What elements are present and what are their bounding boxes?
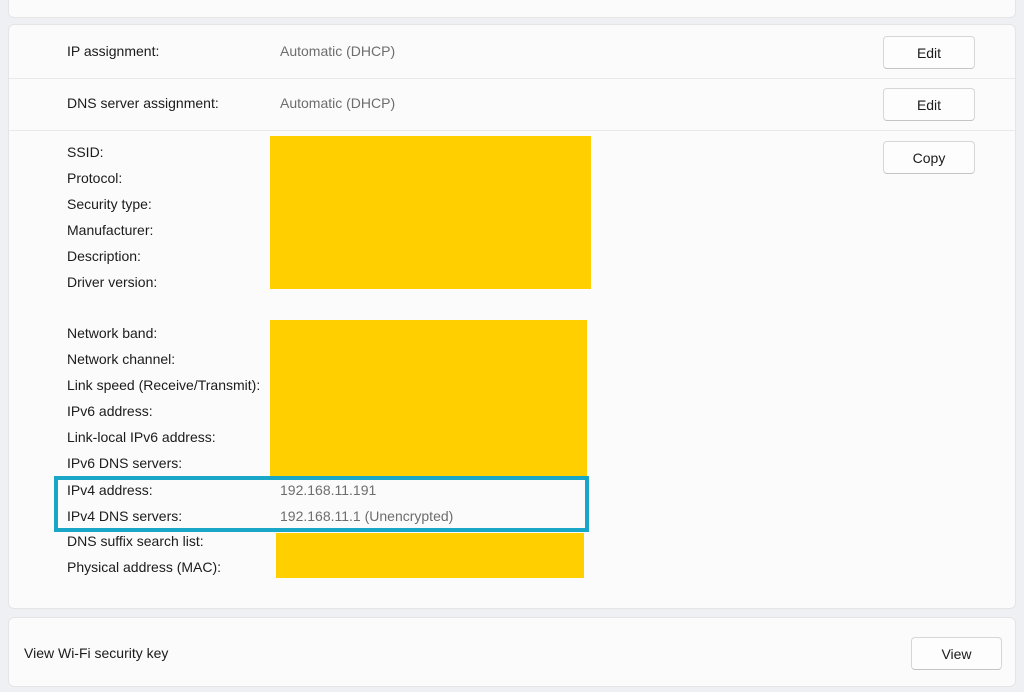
edit-ip-assignment-button[interactable]: Edit: [883, 36, 975, 69]
wifi-properties-card: IP assignment: Automatic (DHCP) Edit DNS…: [8, 24, 1016, 609]
view-security-key-button[interactable]: View: [911, 637, 1002, 670]
ssid-label: SSID:: [67, 144, 104, 160]
row-divider: [9, 78, 1015, 79]
manufacturer-label: Manufacturer:: [67, 222, 154, 238]
wifi-security-key-label: View Wi-Fi security key: [24, 645, 169, 661]
link-local-ipv6-label: Link-local IPv6 address:: [67, 429, 216, 445]
row-divider: [9, 130, 1015, 131]
dns-assignment-label: DNS server assignment:: [67, 95, 219, 111]
dns-assignment-value: Automatic (DHCP): [280, 95, 396, 111]
previous-section-card: [8, 0, 1016, 18]
protocol-label: Protocol:: [67, 170, 123, 186]
ip-assignment-label: IP assignment:: [67, 43, 160, 59]
edit-dns-assignment-button[interactable]: Edit: [883, 88, 975, 121]
redaction-box: [276, 533, 584, 578]
dns-suffix-label: DNS suffix search list:: [67, 533, 204, 549]
ipv6-address-label: IPv6 address:: [67, 403, 153, 419]
description-label: Description:: [67, 248, 141, 264]
wifi-security-key-card: View Wi-Fi security key View: [8, 617, 1016, 687]
security-type-label: Security type:: [67, 196, 152, 212]
copy-properties-button[interactable]: Copy: [883, 141, 975, 174]
redaction-box: [270, 320, 587, 476]
ipv6-dns-servers-label: IPv6 DNS servers:: [67, 455, 183, 471]
driver-version-label: Driver version:: [67, 274, 158, 290]
link-speed-label: Link speed (Receive/Transmit):: [67, 377, 261, 393]
physical-address-label: Physical address (MAC):: [67, 559, 222, 575]
redaction-box: [270, 136, 591, 289]
network-band-label: Network band:: [67, 325, 158, 341]
network-channel-label: Network channel:: [67, 351, 176, 367]
ip-assignment-value: Automatic (DHCP): [280, 43, 396, 59]
ipv4-highlight-box: [54, 476, 589, 532]
